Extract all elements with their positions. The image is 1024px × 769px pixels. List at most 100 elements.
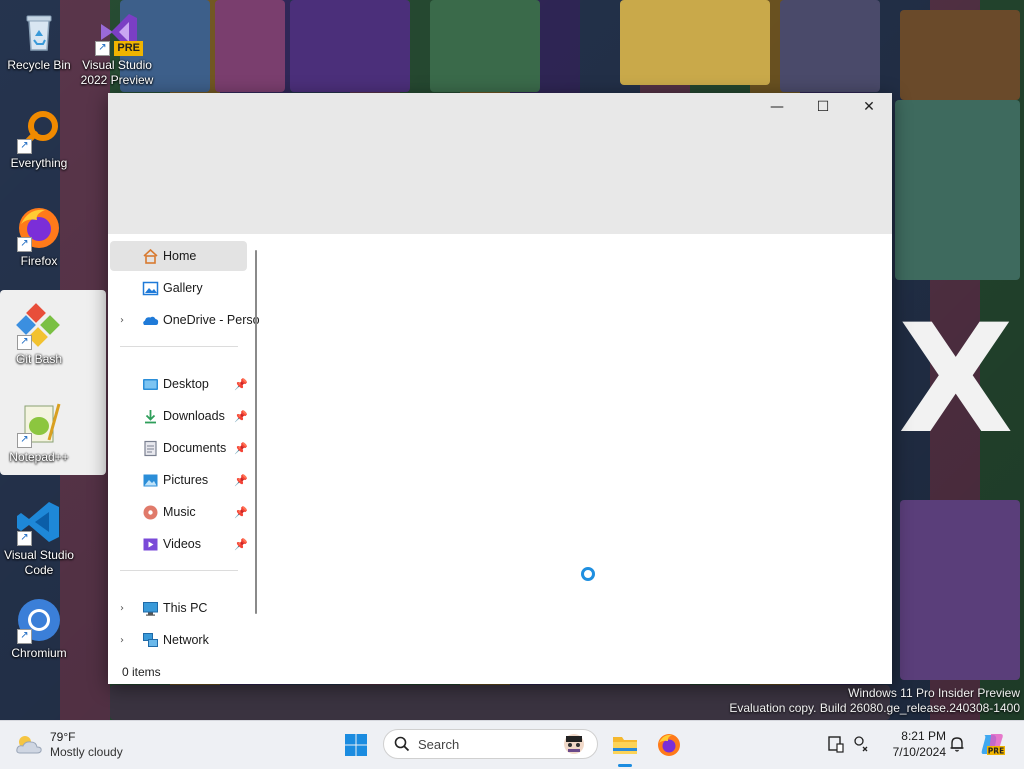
chevron-right-icon[interactable]: ›: [120, 635, 124, 646]
firefox-icon: [658, 734, 680, 756]
shortcut-arrow-icon: ↗: [17, 139, 32, 154]
status-bar: 0 items: [108, 661, 264, 684]
firefox-shortcut[interactable]: ↗ Firefox: [0, 204, 78, 269]
search-highlight-icon: [554, 732, 594, 759]
desktop-icon-label: Visual Studio 2022 Preview: [80, 58, 154, 87]
nav-item-onedrive[interactable]: › OneDrive - Perso: [110, 305, 260, 335]
desktop-icon-label: Everything: [10, 156, 68, 170]
desktop-icon-label: Visual Studio Code: [4, 548, 74, 577]
taskbar-clock[interactable]: 8:21 PM 7/10/2024: [876, 728, 946, 760]
nav-item-desktop[interactable]: Desktop 📌: [110, 369, 248, 399]
vscode-icon: ↗: [15, 498, 63, 546]
shortcut-arrow-icon: ↗: [17, 629, 32, 644]
pin-icon: 📌: [234, 505, 248, 519]
desktop-icon-label: Notepad++: [9, 450, 69, 464]
wallpaper-tile: [620, 0, 770, 85]
nav-item-label: Home: [163, 249, 197, 263]
desktop-icon-label: Firefox: [20, 254, 58, 268]
documents-icon: [142, 440, 159, 457]
weather-temperature: 79°F: [50, 730, 76, 744]
pin-icon: 📌: [234, 537, 248, 551]
item-count: 0 items: [122, 665, 161, 679]
network-icon: [142, 632, 159, 649]
downloads-icon: [142, 408, 159, 425]
folder-icon: [613, 737, 637, 754]
nav-item-label: Videos: [163, 537, 201, 551]
nav-item-label: Downloads: [163, 409, 225, 423]
nav-scrollbar[interactable]: [255, 250, 257, 614]
search-label: Search: [418, 737, 460, 752]
minimize-button[interactable]: —: [754, 93, 800, 121]
taskbar: 79°F Mostly cloudy Search 8:21 PM 7/10/2…: [0, 720, 1024, 769]
svg-text:PRE: PRE: [988, 747, 1004, 756]
windows-logo-icon: [345, 734, 367, 756]
chromium-shortcut[interactable]: ↗ Chromium: [0, 596, 78, 661]
taskbar-search-box[interactable]: Search: [383, 729, 598, 759]
chevron-right-icon[interactable]: ›: [120, 603, 124, 614]
recycle-bin-shortcut[interactable]: Recycle Bin: [0, 8, 78, 73]
title-bar: — ☐ ✕: [108, 93, 892, 234]
pin-icon: 📌: [234, 409, 248, 423]
visual-studio-preview-shortcut[interactable]: ↗ PRE Visual Studio 2022 Preview: [78, 8, 156, 88]
nav-item-documents[interactable]: Documents 📌: [110, 433, 248, 463]
git-bash-shortcut[interactable]: ↗ Git Bash: [0, 302, 78, 367]
nav-item-network[interactable]: › Network: [110, 625, 247, 655]
pin-icon: 📌: [234, 441, 248, 455]
this-pc-icon: [142, 600, 159, 617]
pin-icon: 📌: [234, 473, 248, 487]
everything-shortcut[interactable]: ↗ Everything: [0, 106, 78, 171]
git-bash-icon: ↗: [15, 302, 63, 350]
wallpaper-tile: [900, 500, 1020, 680]
notepad-plus-plus-shortcut[interactable]: ↗ Notepad++: [0, 400, 78, 465]
maximize-button[interactable]: ☐: [800, 93, 846, 121]
wallpaper-tile: [215, 0, 285, 92]
nav-separator: [120, 346, 238, 347]
wallpaper-tile: [430, 0, 540, 92]
wallpaper-tile: [780, 0, 880, 92]
nav-item-label: OneDrive - Perso: [163, 313, 260, 327]
loading-spinner-icon: [581, 567, 595, 581]
videos-icon: [142, 536, 159, 553]
start-button[interactable]: [338, 727, 374, 763]
home-icon: [142, 248, 159, 265]
vscode-shortcut[interactable]: ↗ Visual Studio Code: [0, 498, 78, 578]
nav-item-gallery[interactable]: Gallery: [110, 273, 247, 303]
taskbar-file-explorer[interactable]: [607, 727, 643, 767]
close-button[interactable]: ✕: [846, 93, 892, 121]
clock-time: 8:21 PM: [901, 729, 946, 743]
onedrive-icon: [142, 312, 159, 329]
nav-item-pictures[interactable]: Pictures 📌: [110, 465, 248, 495]
music-icon: [142, 504, 159, 521]
nav-item-music[interactable]: Music 📌: [110, 497, 248, 527]
weather-description: Mostly cloudy: [50, 745, 123, 759]
nav-item-home[interactable]: Home: [110, 241, 247, 271]
nav-item-videos[interactable]: Videos 📌: [110, 529, 248, 559]
content-pane: [264, 234, 892, 684]
device-tray-icon[interactable]: [827, 735, 845, 756]
desktop-icon-label: Git Bash: [15, 352, 63, 366]
wallpaper-tile: [290, 0, 410, 92]
notification-bell-icon[interactable]: [948, 735, 966, 756]
taskbar-firefox[interactable]: [651, 727, 687, 763]
desktop-icon-label: Recycle Bin: [7, 58, 71, 72]
weather-widget[interactable]: 79°F Mostly cloudy: [14, 729, 154, 763]
nav-item-downloads[interactable]: Downloads 📌: [110, 401, 248, 431]
insider-watermark: Windows 11 Pro Insider Preview Evaluatio…: [729, 686, 1020, 716]
chromium-icon: ↗: [15, 596, 63, 644]
shortcut-arrow-icon: ↗: [17, 531, 32, 546]
chevron-right-icon[interactable]: ›: [120, 315, 124, 326]
firefox-icon: ↗: [15, 204, 63, 252]
copilot-pre-icon[interactable]: PRE: [979, 731, 1005, 760]
network-status-icon[interactable]: [853, 735, 871, 756]
desktop-folder-icon: [142, 376, 159, 393]
watermark-line-1: Windows 11 Pro Insider Preview: [848, 686, 1020, 700]
gallery-icon: [142, 280, 159, 297]
nav-item-this-pc[interactable]: › This PC: [110, 593, 247, 623]
shortcut-arrow-icon: ↗: [95, 41, 110, 56]
file-explorer-window: — ☐ ✕ Home Gallery › OneDrive - Perso De…: [108, 93, 892, 684]
everything-search-icon: ↗: [15, 106, 63, 154]
clock-date: 7/10/2024: [892, 745, 946, 759]
watermark-line-2: Evaluation copy. Build 26080.ge_release.…: [729, 701, 1020, 715]
recycle-bin-icon: [15, 8, 63, 56]
nav-item-label: Music: [163, 505, 196, 519]
